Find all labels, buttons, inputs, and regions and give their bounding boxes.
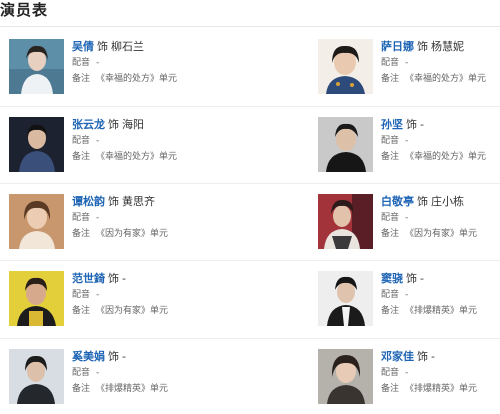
- as-label: 饰: [108, 195, 119, 208]
- cast-card: 萨日娜饰杨慧妮 配音 - 备注 《幸福的处方》单元: [318, 39, 500, 99]
- as-label: 饰: [417, 40, 428, 53]
- as-label: 饰: [406, 272, 417, 285]
- note-label: 备注: [72, 306, 91, 316]
- note-label: 备注: [381, 229, 400, 239]
- actor-name-link[interactable]: 范世錡: [72, 272, 105, 285]
- dub-label: 配音: [72, 136, 91, 146]
- cast-card: 范世錡饰 - 配音 - 备注 《因为有家》单元: [9, 271, 249, 331]
- actor-name-link[interactable]: 张云龙: [72, 118, 105, 131]
- note-value: 《因为有家》单元: [405, 229, 478, 239]
- dub-value: -: [405, 368, 409, 378]
- actor-name-link[interactable]: 孙坚: [381, 118, 403, 131]
- actor-photo[interactable]: [318, 271, 373, 326]
- cast-card: 邓家佳饰 - 配音 - 备注 《排爆精英》单元: [318, 349, 500, 409]
- note-value: 《排爆精英》单元: [405, 306, 478, 316]
- actor-photo[interactable]: [9, 349, 64, 404]
- note-label: 备注: [72, 384, 91, 394]
- as-label: 饰: [108, 350, 119, 363]
- note-label: 备注: [381, 152, 400, 162]
- note-value: 《幸福的处方》单元: [96, 152, 178, 162]
- role-name: -: [420, 118, 424, 131]
- dub-label: 配音: [72, 213, 91, 223]
- actor-name-link[interactable]: 邓家佳: [381, 350, 414, 363]
- note-label: 备注: [72, 229, 91, 239]
- note-value: 《排爆精英》单元: [96, 384, 169, 394]
- cast-card: 白敬亭饰庄小栋 配音 - 备注 《因为有家》单元: [318, 194, 500, 254]
- cast-card: 张云龙饰海阳 配音 - 备注 《幸福的处方》单元: [9, 117, 249, 177]
- cast-card: 孙坚饰 - 配音 - 备注 《幸福的处方》单元: [318, 117, 500, 177]
- note-value: 《幸福的处方》单元: [96, 74, 178, 84]
- dub-value: -: [405, 58, 409, 68]
- as-label: 饰: [406, 118, 417, 131]
- dub-value: -: [405, 136, 409, 146]
- role-name: 杨慧妮: [431, 40, 464, 53]
- actor-photo[interactable]: [318, 117, 373, 172]
- dub-label: 配音: [381, 368, 400, 378]
- role-name: 柳石兰: [111, 40, 144, 53]
- note-value: 《幸福的处方》单元: [405, 74, 487, 84]
- as-label: 饰: [417, 195, 428, 208]
- cast-card: 谭松韵饰黄思齐 配音 - 备注 《因为有家》单元: [9, 194, 249, 254]
- row-divider: [0, 260, 500, 261]
- dub-value: -: [96, 213, 100, 223]
- cast-card: 吴倩饰柳石兰 配音 - 备注 《幸福的处方》单元: [9, 39, 249, 99]
- note-value: 《因为有家》单元: [96, 306, 169, 316]
- role-name: -: [122, 350, 126, 363]
- dub-value: -: [96, 368, 100, 378]
- role-name: -: [420, 272, 424, 285]
- actor-photo[interactable]: [9, 117, 64, 172]
- dub-label: 配音: [381, 58, 400, 68]
- role-name: 黄思齐: [122, 195, 155, 208]
- as-label: 饰: [108, 118, 119, 131]
- cast-card: 窦骁饰 - 配音 - 备注 《排爆精英》单元: [318, 271, 500, 331]
- note-label: 备注: [72, 152, 91, 162]
- dub-label: 配音: [381, 136, 400, 146]
- actor-name-link[interactable]: 窦骁: [381, 272, 403, 285]
- actor-photo[interactable]: [9, 271, 64, 326]
- actor-name-link[interactable]: 吴倩: [72, 40, 94, 53]
- page-title: 演员表: [0, 1, 49, 19]
- actor-photo[interactable]: [318, 194, 373, 249]
- actor-name-link[interactable]: 谭松韵: [72, 195, 105, 208]
- note-label: 备注: [381, 74, 400, 84]
- as-label: 饰: [97, 40, 108, 53]
- actor-name-link[interactable]: 萨日娜: [381, 40, 414, 53]
- dub-value: -: [96, 58, 100, 68]
- note-value: 《排爆精英》单元: [405, 384, 478, 394]
- actor-photo[interactable]: [318, 349, 373, 404]
- as-label: 饰: [417, 350, 428, 363]
- dub-label: 配音: [381, 213, 400, 223]
- actor-name-link[interactable]: 白敬亭: [381, 195, 414, 208]
- dub-value: -: [96, 290, 100, 300]
- actor-photo[interactable]: [9, 39, 64, 94]
- actor-photo[interactable]: [318, 39, 373, 94]
- row-divider: [0, 338, 500, 339]
- dub-value: -: [96, 136, 100, 146]
- actor-photo[interactable]: [9, 194, 64, 249]
- cast-card: 奚美娟饰 - 配音 - 备注 《排爆精英》单元: [9, 349, 249, 409]
- title-divider: [0, 26, 500, 27]
- note-label: 备注: [381, 384, 400, 394]
- dub-label: 配音: [72, 290, 91, 300]
- role-name: 庄小栋: [431, 195, 464, 208]
- role-name: 海阳: [122, 118, 144, 131]
- row-divider: [0, 106, 500, 107]
- role-name: -: [431, 350, 435, 363]
- note-value: 《幸福的处方》单元: [405, 152, 487, 162]
- note-label: 备注: [72, 74, 91, 84]
- dub-label: 配音: [381, 290, 400, 300]
- note-label: 备注: [381, 306, 400, 316]
- dub-label: 配音: [72, 368, 91, 378]
- actor-name-link[interactable]: 奚美娟: [72, 350, 105, 363]
- role-name: -: [122, 272, 126, 285]
- row-divider: [0, 183, 500, 184]
- dub-label: 配音: [72, 58, 91, 68]
- note-value: 《因为有家》单元: [96, 229, 169, 239]
- dub-value: -: [405, 213, 409, 223]
- dub-value: -: [405, 290, 409, 300]
- as-label: 饰: [108, 272, 119, 285]
